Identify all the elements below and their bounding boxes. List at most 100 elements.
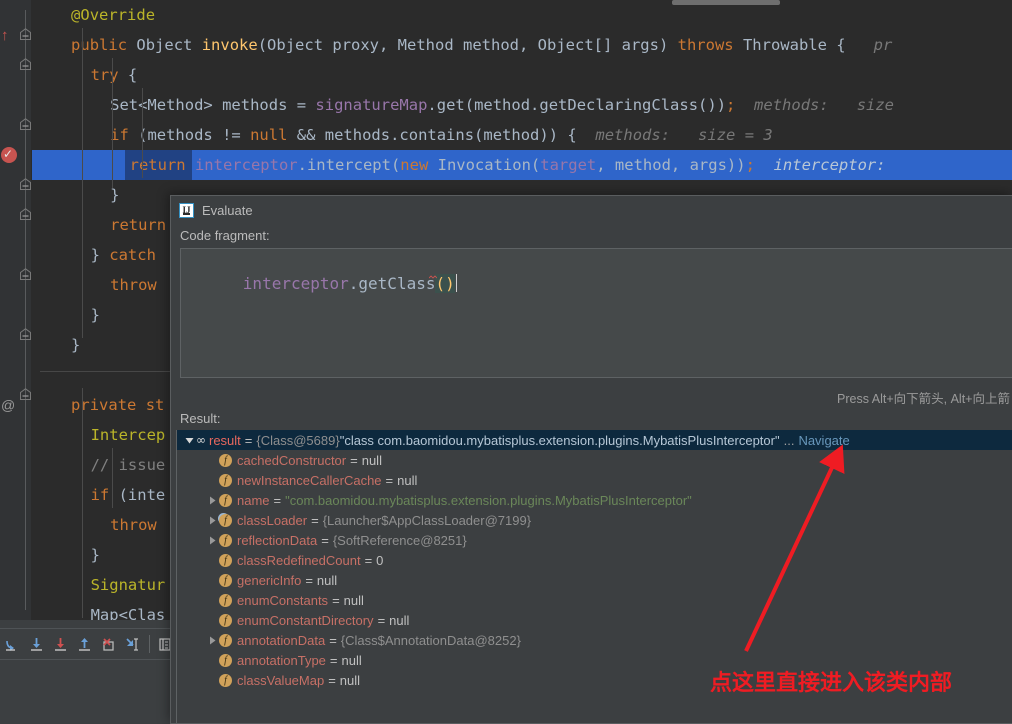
field-icon: f [219, 513, 232, 527]
tree-row[interactable]: f genericInfo = null [177, 570, 1012, 590]
breakpoint-icon[interactable]: ✓ [1, 147, 17, 163]
expand-triangle-icon[interactable] [205, 530, 219, 550]
code-token: signatureMap [315, 96, 428, 114]
tree-row[interactable]: ∞ result = {Class@5689} "class com.baomidou… [177, 430, 1012, 450]
code-fragment-input[interactable]: interceptor.getClass() [180, 248, 1012, 378]
tree-row[interactable]: f newInstanceCallerCache = null [177, 470, 1012, 490]
expand-triangle-icon[interactable] [205, 510, 219, 530]
fold-marker-icon[interactable] [19, 268, 32, 281]
tree-node-name: genericInfo [237, 572, 302, 588]
tree-row[interactable]: f classRedefinedCount = 0 [177, 550, 1012, 570]
tree-node-name: enumConstantDirectory [237, 612, 374, 628]
code-token: throw [110, 516, 157, 534]
tree-node-name: reflectionData [237, 532, 318, 548]
fold-marker-icon[interactable] [19, 328, 32, 341]
indent-guide [82, 388, 83, 618]
code-token: ; [726, 96, 736, 114]
tree-equals: = [311, 512, 319, 528]
code-token: ; [745, 156, 755, 174]
result-tree[interactable]: ∞ result = {Class@5689} "class com.baomidou… [176, 430, 1012, 723]
step-over-button[interactable] [0, 632, 24, 657]
code-line: return interceptor.intercept(new Invocat… [32, 150, 1012, 180]
expand-triangle-icon[interactable] [205, 490, 219, 510]
run-arrow-icon[interactable]: ↑ [1, 28, 9, 43]
code-line: Set<Method> methods = signatureMap.get(m… [32, 90, 1012, 120]
code-token: private st [71, 396, 165, 414]
ide-window: ↑ ✓ @ @Override public Object invoke(Obje… [0, 0, 1012, 724]
tree-equals: = [385, 472, 394, 488]
code-token: catch [109, 246, 156, 264]
collapse-triangle-icon[interactable] [182, 430, 196, 450]
tree-row[interactable]: f cachedConstructor = null [177, 450, 1012, 470]
drop-frame-button[interactable] [97, 632, 121, 657]
tree-row[interactable]: f classValueMap = null [177, 670, 1012, 690]
fold-marker-icon[interactable] [19, 58, 32, 71]
force-step-into-button[interactable] [48, 632, 72, 657]
tree-equals: = [329, 652, 338, 668]
fragment-dot: . [348, 274, 359, 293]
editor-gutter[interactable] [0, 0, 32, 620]
field-icon: f [219, 673, 232, 687]
code-token: } [71, 336, 81, 354]
evaluate-dialog[interactable]: IJ Evaluate Code fragment: interceptor.g… [170, 195, 1012, 724]
tree-equals: = [328, 672, 336, 688]
code-token: } [90, 246, 110, 264]
code-token: (methods != [138, 126, 251, 144]
code-token: methods: size [735, 96, 895, 114]
tree-node-name: classValueMap [237, 672, 325, 688]
tree-row[interactable]: f enumConstantDirectory = null [177, 610, 1012, 630]
tree-equals: = [321, 532, 329, 548]
fold-marker-icon[interactable] [19, 388, 32, 401]
tree-equals: = [273, 492, 282, 508]
code-token: interceptor: [754, 156, 886, 174]
tree-row[interactable]: f annotationData = {Class$AnnotationData@82… [177, 630, 1012, 650]
tree-node-name: cachedConstructor [237, 452, 347, 468]
tree-node-value: 0 [376, 552, 384, 568]
fold-marker-icon[interactable] [19, 28, 32, 41]
field-icon: f [219, 653, 232, 667]
tree-node-value: null [397, 472, 418, 488]
text-caret [455, 274, 457, 292]
field-icon: f [219, 633, 232, 647]
code-token: Invocation( [437, 156, 541, 174]
code-token: } [110, 186, 120, 204]
indent-guide [112, 58, 113, 188]
tree-row[interactable]: f classLoader = {Launcher$AppClassLoader@71… [177, 510, 1012, 530]
code-token: && methods.contains(method)) { [287, 126, 577, 144]
tree-node-name: result [209, 432, 241, 448]
tree-row[interactable]: f annotationType = null [177, 650, 1012, 670]
code-token: Throwable { [742, 36, 855, 54]
tree-node-name: newInstanceCallerCache [237, 472, 382, 488]
tree-row[interactable]: f enumConstants = null [177, 590, 1012, 610]
code-token: throw [110, 276, 157, 294]
fragment-method: getClass [358, 274, 436, 293]
code-token: Intercep [90, 426, 166, 444]
fragment-parens: () [435, 274, 455, 293]
code-token: .get(method.getDeclaringClass()) [427, 96, 727, 114]
tree-node-ref: {Launcher$AppClassLoader@7199} [322, 512, 532, 528]
tree-row[interactable]: f reflectionData = {SoftReference@8251} [177, 530, 1012, 550]
code-token: interceptor [194, 156, 298, 174]
tree-node-ref: {Class$AnnotationData@8252} [340, 632, 521, 648]
fold-marker-icon[interactable] [19, 178, 32, 191]
step-out-button[interactable] [72, 632, 96, 657]
fold-marker-icon[interactable] [19, 208, 32, 221]
error-squiggle-icon [429, 275, 437, 279]
alt-shortcut-hint: Press Alt+向下箭头, Alt+向上箭 [837, 392, 1010, 406]
step-into-button[interactable] [24, 632, 48, 657]
indent-guide [142, 88, 143, 178]
fold-marker-icon[interactable] [19, 118, 32, 131]
tree-node-ref: {SoftReference@8251} [332, 532, 467, 548]
run-to-cursor-button[interactable] [121, 632, 145, 657]
result-label: Result: [180, 411, 221, 426]
tree-node-value: null [361, 452, 382, 468]
tree-node-value: null [316, 572, 338, 588]
debug-toolbar[interactable] [0, 628, 178, 660]
tree-row[interactable]: f name = "com.baomidou.mybatisplus.extensio… [177, 490, 1012, 510]
navigate-link[interactable]: Navigate [798, 433, 849, 448]
expand-triangle-icon[interactable] [205, 630, 219, 650]
tree-node-name: annotationType [237, 652, 326, 668]
